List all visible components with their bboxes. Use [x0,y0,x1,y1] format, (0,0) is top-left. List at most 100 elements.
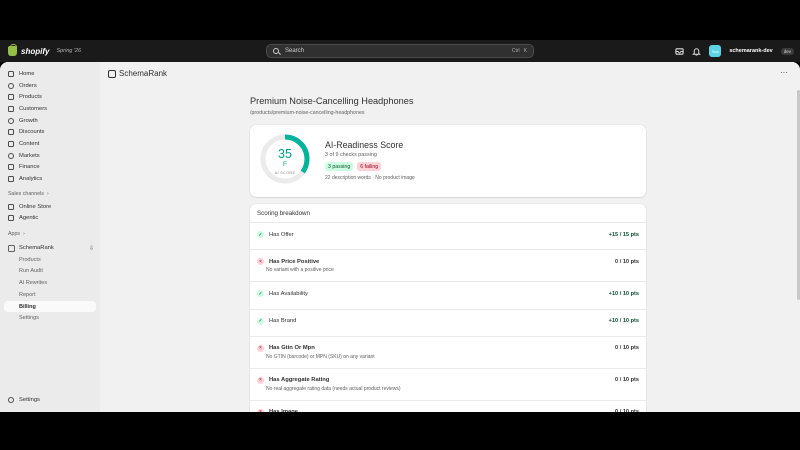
gear-icon [8,396,14,403]
more-actions-icon[interactable]: ··· [780,68,788,77]
sales-channels-label: Sales channels [8,190,44,197]
pin-icon[interactable]: ⇩ [89,245,94,252]
shopify-logo[interactable]: shopify Spring '26 [8,44,82,56]
page-title: Premium Noise-Cancelling Headphones [250,96,414,106]
shopify-bag-icon [8,44,17,56]
breakdown-row-line: ✓ Has Availability +10 / 10 pts [257,286,639,301]
settings-label: Settings [19,396,40,403]
sidebar-item-markets[interactable]: Markets [0,150,100,162]
breakdown-row: ✓ Has Brand +10 / 10 pts [250,314,646,337]
check-points: +15 / 15 pts [608,231,639,238]
brand-version: Spring '26 [56,48,82,54]
breakdown-row: × Has Price Positive 0 / 10 pts No variant … [250,254,646,283]
store-name[interactable]: schemarank-dev [729,48,772,54]
schemarank-app-icon [8,244,15,252]
sidebar-subitem-settings[interactable]: Settings [0,312,100,324]
sidebar-item-home[interactable]: Home [0,68,100,80]
inbox-icon[interactable] [675,47,684,56]
check-name: Has Gtin Or Mpn [269,345,315,352]
sidebar-item-agentic[interactable]: Agentic [0,213,100,225]
failing-badge: 6 failing [357,162,382,171]
search-bar[interactable]: Search Ctrl K [266,44,534,58]
shortcut-k: K [523,48,527,54]
score-title: AI-Readiness Score [325,140,404,150]
breakdown-row: ✓ Has Availability +10 / 10 pts [250,286,646,310]
sidebar-item-label: Discounts [19,129,45,136]
check-name: Has Offer [269,231,294,238]
sidebar-item-settings[interactable]: Settings [0,394,100,406]
score-label: AI SCORE [274,170,296,175]
check-detail: No real aggregate rating data (needs act… [266,385,401,392]
apps-header[interactable]: Apps › [0,229,100,239]
sidebar-item-online-store[interactable]: Online Store [0,201,100,213]
breakdown-row-line: × Has Image 0 / 10 pts [257,405,639,412]
breakdown-row-line: ✓ Has Brand +10 / 10 pts [257,314,639,329]
check-detail: No variant with a positive price [266,267,334,274]
sidebar-item-growth[interactable]: Growth [0,115,100,127]
sidebar-item-discounts[interactable]: Discounts [0,126,100,138]
customers-icon [8,105,14,112]
breakdown-row: ×Has Image0 / 10 ptsNo product image [250,405,646,412]
sidebar-item-analytics[interactable]: Analytics [0,173,100,185]
sidebar-item-label: Products [19,94,42,101]
search-placeholder: Search [285,48,305,54]
top-bar: shopify Spring '26 Search Ctrl K Sdv sch… [0,40,800,62]
sidebar-item-orders[interactable]: Orders [0,80,100,92]
breakdown-heading: Scoring breakdown [250,204,646,223]
sidebar-item-label: Finance [19,164,40,171]
main-content: SchemaRank ··· Premium Noise-Cancelling … [100,62,800,412]
agentic-icon [8,215,14,222]
analytics-icon [8,176,14,183]
sidebar-item-label: Markets [19,152,40,159]
check-points: 0 / 10 pts [615,409,639,412]
passing-badge: 3 passing [325,162,354,171]
breakdown-row-line: ✓ Has Offer +15 / 15 pts [257,227,639,242]
sidebar-subitem-report[interactable]: Report [0,289,100,301]
sidebar-item-label: Online Store [19,203,52,210]
sidebar: Home Orders Products Customers Growth Discoun… [0,62,100,412]
check-name: Has Brand [269,318,297,325]
check-points: +10 / 10 pts [608,290,639,297]
sidebar-item-label: Agentic [19,215,39,222]
sidebar-item-schemarank[interactable]: SchemaRank ⇩ [0,242,100,254]
content-icon [8,140,14,147]
chevron-right-icon: › [23,231,25,238]
sidebar-item-content[interactable]: Content [0,138,100,150]
sidebar-subitem-billing[interactable]: Billing [4,300,96,313]
store-avatar[interactable]: Sdv [709,45,722,57]
sidebar-subitem-run-audit[interactable]: Run Audit [0,266,100,278]
breakdown-row: × Has Aggregate Rating 0 / 10 pts No real a… [250,373,646,401]
search-icon [273,48,279,54]
bell-icon[interactable] [692,47,702,56]
score-card: 35 F AI SCORE AI-Readiness Score 3 of 9 … [250,125,646,197]
store-badge: dev [780,47,794,55]
sidebar-item-label: Home [19,70,35,77]
sidebar-subitem-products[interactable]: Products [0,254,100,266]
x-icon: × [257,344,264,352]
product-path: /products/premium-noise-cancelling-headp… [250,110,365,116]
breakdown-row: × Has Gtin Or Mpn 0 / 10 pts No GTIN (barco… [250,341,646,369]
brand-name: shopify [21,46,50,56]
x-icon: × [257,258,264,266]
home-icon [8,70,14,77]
markets-icon [8,152,14,159]
sidebar-item-customers[interactable]: Customers [0,103,100,115]
score-meta: 22 description words · No product image [325,175,415,181]
sidebar-item-label: Analytics [19,176,43,183]
scoring-breakdown-card: Scoring breakdown ✓ Has Offer +15 / 15 pts… [250,204,646,412]
store-icon [8,203,14,210]
sales-channels-header[interactable]: Sales channels › [0,189,100,199]
shortcut-ctrl: Ctrl [511,48,520,54]
check-detail: No GTIN (barcode) or MPN (SKU) on any va… [266,353,375,360]
sidebar-item-label: Customers [19,105,48,112]
schemarank-logo-icon [108,69,116,78]
sidebar-item-products[interactable]: Products [0,91,100,103]
check-name: Has Price Positive [269,258,320,265]
chevron-right-icon: › [46,190,49,197]
sidebar-subitem-ai-rewrites[interactable]: AI Rewrites [0,277,100,289]
growth-icon [8,117,14,124]
sidebar-item-finance[interactable]: Finance [0,162,100,174]
sidebar-item-label: Orders [19,82,37,89]
x-icon: × [257,408,264,412]
app-title: SchemaRank [119,69,168,78]
